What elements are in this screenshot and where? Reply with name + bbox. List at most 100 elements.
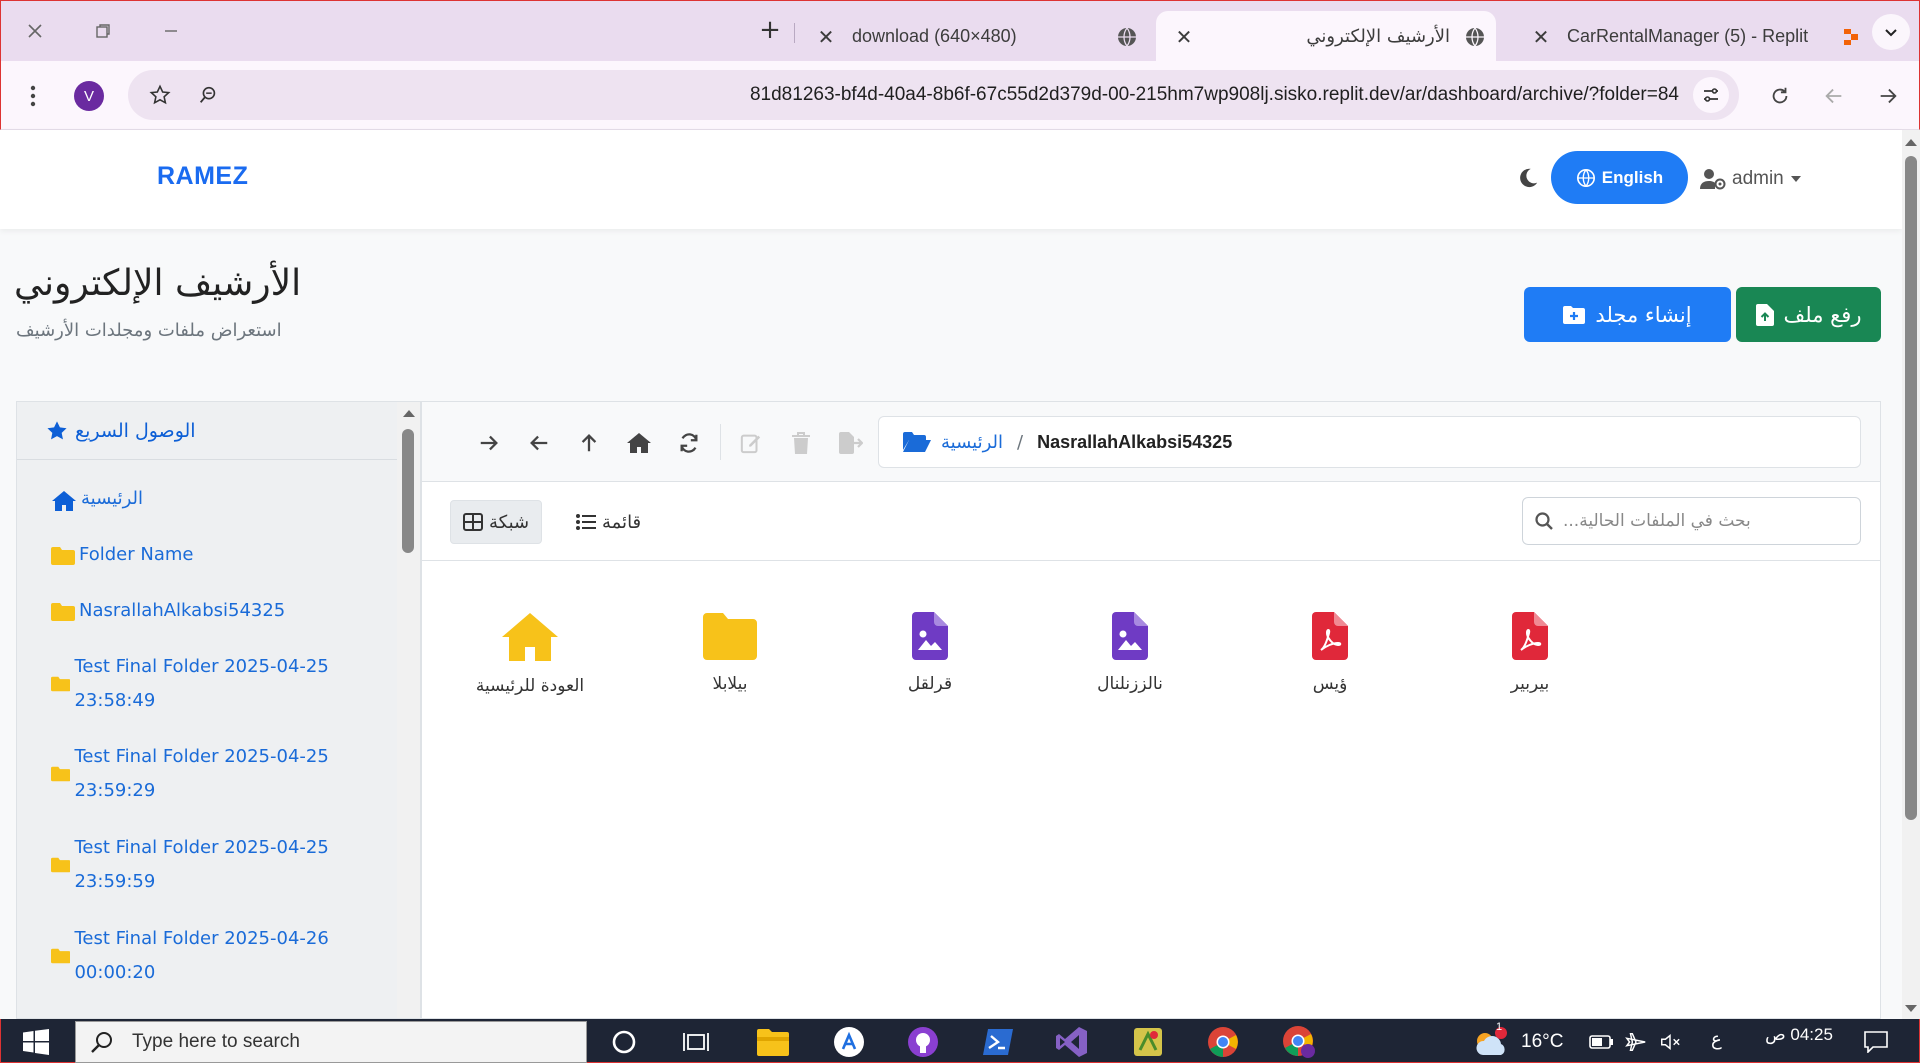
sidebar-item-folder-name[interactable]: Folder Name [51, 538, 193, 572]
sidebar-item-test-folder-1[interactable]: Test Final Folder 2025-04-25 23:58:49 [51, 650, 351, 718]
input-language[interactable]: ع [1711, 1029, 1722, 1050]
address-bar[interactable]: 81d81263-bf4d-40a4-8b6f-67c55d2d379d-00-… [128, 70, 1739, 120]
tab-download[interactable]: ✕ download (640×480) [806, 11, 1146, 62]
task-view-button[interactable] [677, 1023, 715, 1061]
brand-logo[interactable]: RAMEZ [157, 162, 248, 191]
new-tab-button[interactable]: + [755, 15, 785, 47]
close-icon[interactable]: ✕ [1172, 25, 1196, 49]
back-button[interactable] [1819, 81, 1849, 111]
tab-title: الأرشيف الإلكتروني [1306, 26, 1450, 47]
tab-divider [794, 23, 795, 43]
lens-search-button[interactable] [196, 83, 220, 107]
file-explorer-app[interactable] [754, 1023, 792, 1061]
create-folder-button[interactable]: إنشاء مجلد [1524, 287, 1731, 342]
cortana-button[interactable] [605, 1023, 643, 1061]
notifications-button[interactable] [1857, 1023, 1895, 1061]
folder-icon [51, 766, 71, 782]
bookmark-star-button[interactable] [148, 83, 172, 107]
scroll-up-arrow-icon[interactable] [403, 409, 415, 417]
language-button[interactable]: English [1551, 151, 1688, 204]
maps-app[interactable] [1129, 1023, 1167, 1061]
battery-indicator[interactable] [1583, 1023, 1621, 1061]
sidebar-scrollbar[interactable] [397, 401, 421, 1019]
back-button[interactable] [522, 426, 556, 460]
breadcrumb: الرئيسية / NasrallahAlkabsi54325 [878, 416, 1861, 468]
tab-archive[interactable]: ✕ الأرشيف الإلكتروني [1156, 11, 1496, 62]
file-item-image[interactable]: نالززنلنال [1050, 612, 1210, 694]
file-item-label: قرلقل [907, 674, 953, 694]
weather-widget[interactable]: 1 [1471, 1021, 1509, 1061]
start-button[interactable] [17, 1023, 55, 1061]
forward-button[interactable] [1873, 81, 1903, 111]
tab-title: download (640×480) [852, 26, 1017, 46]
grid-view-label: شبكة [489, 511, 530, 533]
sidebar-item-label: NasrallahAlkabsi54325 [79, 600, 286, 621]
sidebar-item-test-folder-3[interactable]: Test Final Folder 2025-04-25 23:59:59 [51, 831, 351, 899]
file-search-input[interactable]: بحث في الملفات الحالية... [1522, 497, 1861, 545]
powershell-app[interactable] [979, 1023, 1017, 1061]
scroll-up-arrow-icon[interactable] [1905, 138, 1917, 146]
sidebar-item-home[interactable]: الرئيسية [51, 482, 143, 516]
visual-studio-app[interactable] [1053, 1023, 1091, 1061]
site-settings-button[interactable] [1693, 77, 1729, 113]
theme-toggle-button[interactable] [1517, 167, 1539, 189]
replit-icon [1844, 28, 1858, 45]
profile-avatar[interactable]: V [74, 81, 104, 111]
home-icon [52, 491, 76, 511]
home-icon [502, 613, 558, 661]
github-icon [908, 1027, 938, 1057]
page-scrollbar[interactable] [1902, 130, 1920, 1020]
powershell-icon [983, 1029, 1013, 1055]
file-item-home[interactable]: العودة للرئيسية [450, 612, 610, 696]
arrow-left-icon [530, 435, 548, 451]
taskbar-search-input[interactable]: Type here to search [75, 1021, 587, 1063]
menu-button[interactable] [21, 81, 45, 111]
refresh-button[interactable] [672, 426, 706, 460]
sidebar-item-label: الرئيسية [81, 488, 143, 509]
restore-window-button[interactable] [85, 15, 121, 47]
tab-replit[interactable]: ✕ CarRentalManager (5) - Replit [1521, 11, 1861, 62]
windows-logo-icon [23, 1029, 49, 1055]
breadcrumb-root-link[interactable]: الرئيسية [941, 432, 1003, 453]
close-window-button[interactable] [17, 15, 53, 47]
restore-icon [96, 24, 110, 38]
file-item-image[interactable]: قرلقل [850, 612, 1010, 694]
sidebar-scroll-thumb[interactable] [402, 429, 414, 553]
file-item-pdf[interactable]: ؤيس [1250, 612, 1410, 694]
home-button[interactable] [622, 426, 656, 460]
chrome-profile-app[interactable] [1280, 1023, 1318, 1061]
move-button[interactable] [834, 426, 868, 460]
reload-button[interactable] [1765, 81, 1795, 111]
upload-file-button[interactable]: رفع ملف [1736, 287, 1881, 342]
page-scroll-thumb[interactable] [1905, 156, 1917, 820]
taskbar-clock[interactable]: 04:25 ص [1753, 1025, 1845, 1045]
forward-button[interactable] [472, 426, 506, 460]
close-icon[interactable]: ✕ [814, 25, 838, 49]
grid-view-button[interactable]: شبكة [450, 500, 543, 544]
file-item-folder[interactable]: بيلابلا [650, 612, 810, 694]
sidebar-item-test-folder-2[interactable]: Test Final Folder 2025-04-25 23:59:29 [51, 740, 351, 808]
close-icon [28, 24, 42, 38]
user-menu[interactable]: admin [1700, 166, 1802, 192]
tab-search-button[interactable] [1872, 14, 1910, 50]
folder-open-icon [903, 432, 931, 452]
delete-button[interactable] [784, 426, 818, 460]
scroll-down-arrow-icon[interactable] [1905, 1005, 1917, 1013]
sidebar-item-test-folder-4[interactable]: Test Final Folder 2025-04-26 00:00:20 [51, 922, 351, 990]
chrome-app[interactable] [1204, 1023, 1242, 1061]
github-desktop-app[interactable] [904, 1023, 942, 1061]
volume-indicator[interactable] [1651, 1023, 1689, 1061]
minimize-window-button[interactable] [153, 15, 189, 47]
parent-folder-button[interactable] [572, 426, 606, 460]
volume-muted-icon [1661, 1034, 1680, 1050]
sidebar-item-nasrallah[interactable]: NasrallahAlkabsi54325 [51, 594, 285, 628]
app-store-app[interactable] [830, 1023, 868, 1061]
url-text[interactable]: 81d81263-bf4d-40a4-8b6f-67c55d2d379d-00-… [750, 70, 1679, 120]
file-item-pdf[interactable]: بيربير [1450, 612, 1610, 694]
user-name: admin [1732, 168, 1784, 189]
rename-button[interactable] [734, 426, 768, 460]
close-icon[interactable]: ✕ [1529, 25, 1553, 49]
list-view-button[interactable]: قائمة [564, 500, 653, 544]
file-item-label: بيربير [1510, 674, 1550, 694]
airplane-mode-indicator[interactable] [1617, 1023, 1655, 1061]
